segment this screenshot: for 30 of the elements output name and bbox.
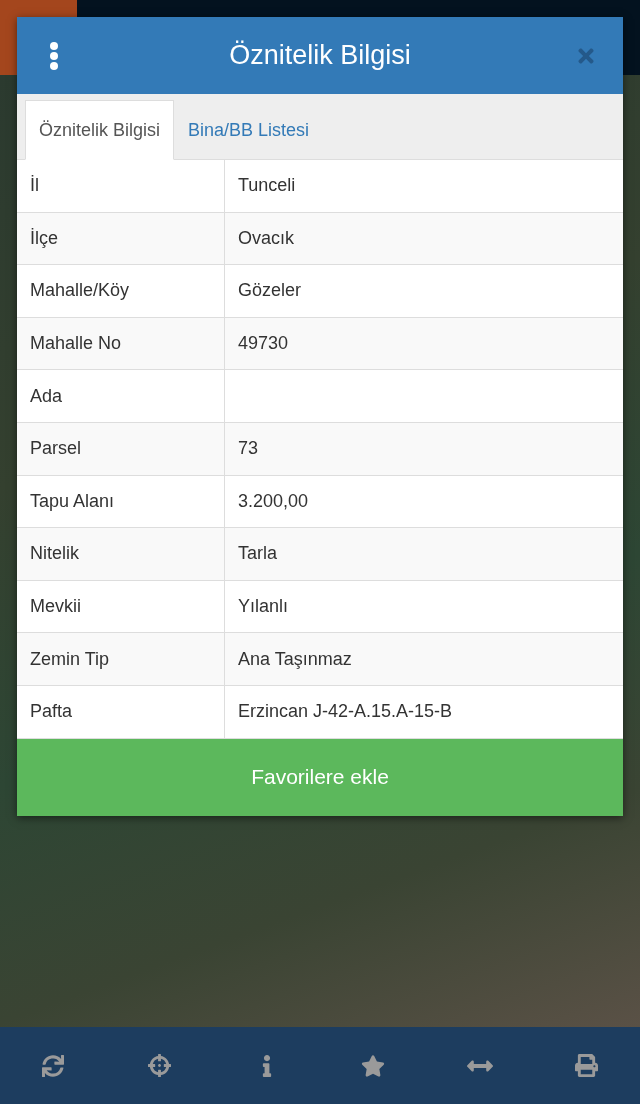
attribute-label: Mevkii [30, 596, 81, 618]
attribute-value: Ana Taşınmaz [238, 648, 352, 670]
attribute-value: Erzincan J-42-A.15.A-15-B [238, 701, 453, 723]
attribute-value: 49730 [238, 333, 289, 355]
tab[interactable]: Öznitelik Bilgisi [25, 100, 175, 160]
menu-icon[interactable] [49, 41, 59, 70]
attribute-label: Zemin Tip [30, 648, 110, 670]
attribute-label: İl [30, 175, 39, 197]
attribute-value: Yılanlı [238, 596, 289, 618]
star-icon[interactable] [361, 1053, 386, 1078]
attribute-value: Tunceli [238, 175, 296, 197]
attribute-label: Tapu Alanı [30, 490, 115, 512]
attribute-label: Mahalle No [30, 333, 122, 355]
crosshair-icon[interactable] [148, 1054, 172, 1077]
refresh-icon[interactable] [42, 1054, 65, 1077]
attribute-value: Tarla [238, 543, 277, 565]
attribute-label: İlçe [30, 227, 58, 249]
tab[interactable]: Bina/BB Listesi [174, 100, 324, 160]
add-favorites-button[interactable]: Favorilere ekle [17, 738, 623, 816]
attribute-label: Nitelik [30, 543, 79, 565]
attribute-value: 73 [238, 438, 259, 460]
attribute-value: Gözeler [238, 280, 302, 302]
attribute-label: Pafta [30, 701, 73, 723]
attribute-value: Ovacık [238, 227, 294, 249]
attribute-label: Ada [30, 385, 63, 407]
attribute-label: Mahalle/Köy [30, 280, 130, 302]
dialog-title: Öznitelik Bilgisi [228, 40, 412, 71]
attribute-value: 3.200,00 [238, 490, 309, 512]
attribute-label: Parsel [30, 438, 82, 460]
printer-icon[interactable] [575, 1054, 599, 1077]
